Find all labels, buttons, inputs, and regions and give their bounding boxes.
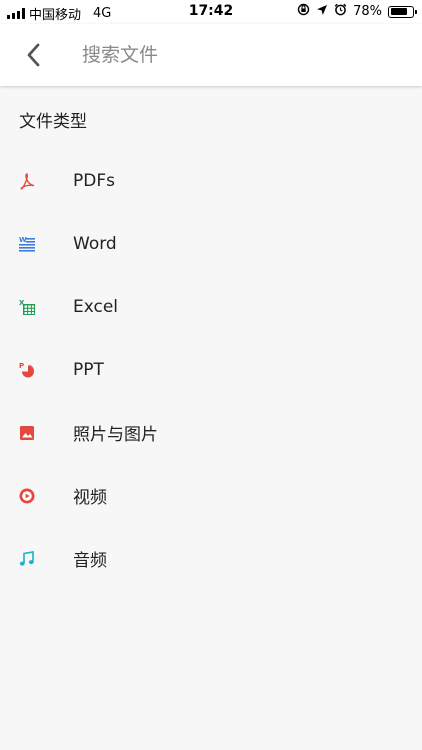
word-icon: W — [18, 235, 36, 253]
status-bar: 中国移动 4G 17:42 78% — [0, 0, 422, 24]
rotation-lock-icon — [297, 3, 310, 20]
list-item-label: Word — [73, 233, 117, 254]
back-button[interactable] — [20, 40, 46, 70]
list-item-excel[interactable]: X Excel — [0, 275, 422, 338]
image-icon — [18, 424, 36, 442]
pdf-icon — [18, 172, 36, 190]
video-icon — [18, 487, 36, 505]
list-item-label: PPT — [73, 359, 104, 380]
search-input[interactable] — [82, 40, 382, 70]
location-icon — [316, 4, 328, 20]
svg-text:W: W — [19, 236, 27, 244]
list-item-ppt[interactable]: P PPT — [0, 338, 422, 401]
app-bar — [0, 24, 422, 86]
section-title: 文件类型 — [19, 112, 87, 132]
chevron-left-icon — [27, 43, 40, 67]
list-item-word[interactable]: W Word — [0, 212, 422, 275]
list-item-label: 照片与图片 — [73, 425, 158, 445]
list-item-label: 音频 — [73, 551, 107, 571]
excel-icon: X — [18, 298, 36, 316]
list-item-label: 视频 — [73, 488, 107, 508]
list-item-label: Excel — [73, 296, 119, 317]
audio-icon — [18, 550, 36, 568]
list-item-video[interactable]: 视频 — [0, 464, 422, 527]
status-right: 78% — [297, 3, 417, 20]
svg-text:P: P — [19, 362, 24, 370]
list-item-images[interactable]: 照片与图片 — [0, 401, 422, 464]
list-item-audio[interactable]: 音频 — [0, 527, 422, 590]
battery-icon — [388, 5, 417, 18]
battery-fill — [390, 8, 407, 15]
ppt-icon: P — [18, 361, 36, 379]
battery-percent: 78% — [353, 4, 382, 19]
file-type-list: PDFs W Word X Excel P PPT 照片与图片 视频 音频 — [0, 149, 422, 590]
alarm-icon — [334, 3, 347, 20]
list-item-pdfs[interactable]: PDFs — [0, 149, 422, 212]
list-item-label: PDFs — [73, 170, 115, 191]
